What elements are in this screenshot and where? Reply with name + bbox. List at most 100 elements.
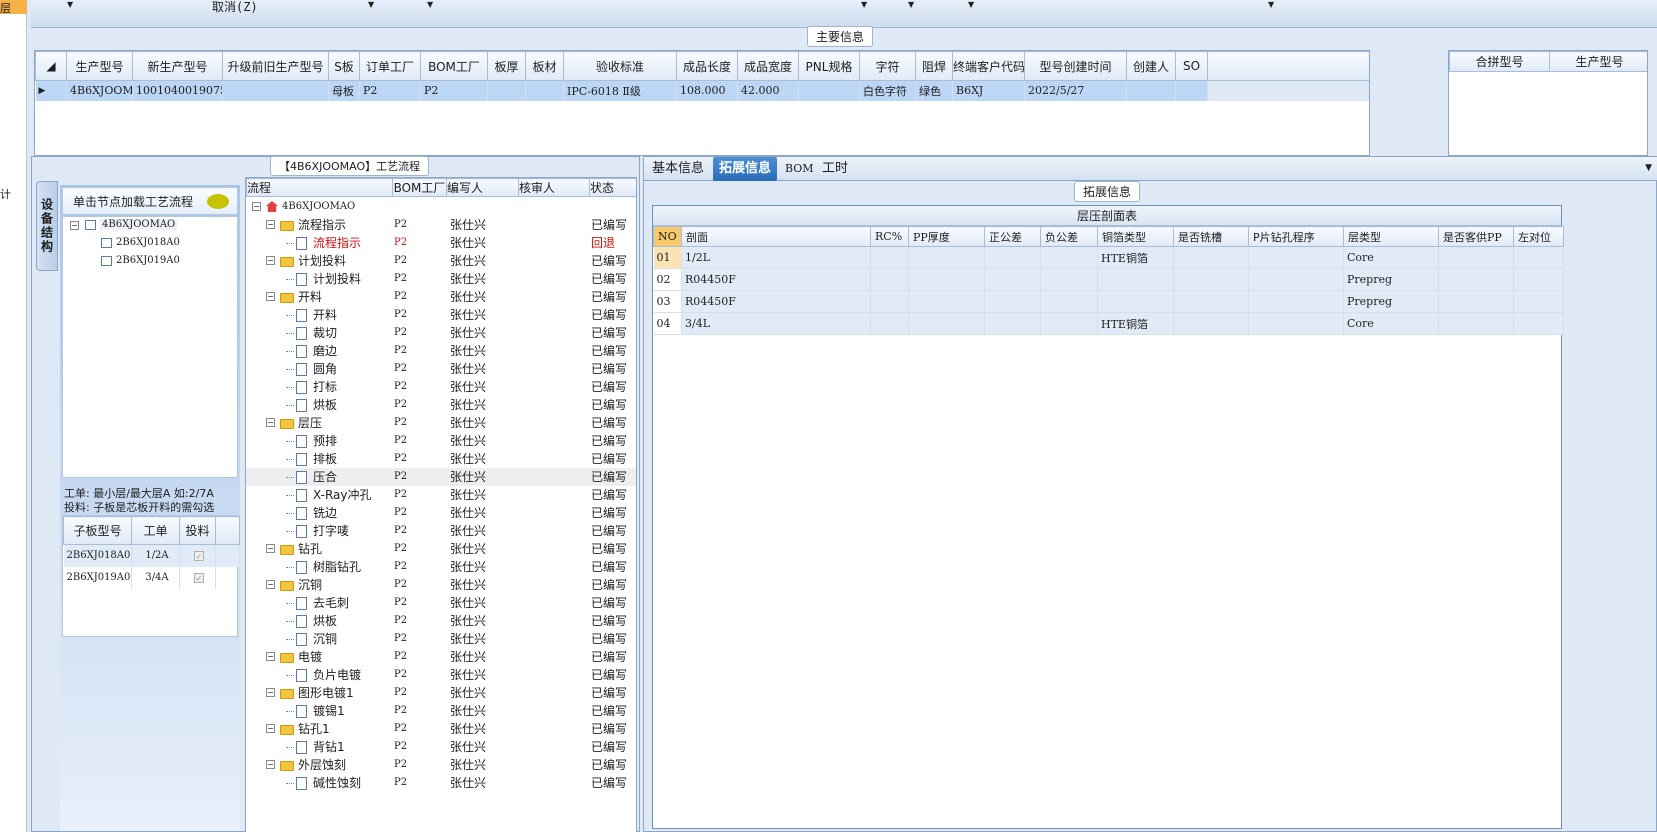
collapse-icon[interactable]: − [266, 580, 275, 589]
col-header[interactable]: 成品宽度 [737, 51, 799, 81]
cell[interactable] [984, 290, 1041, 313]
cell[interactable] [1173, 246, 1249, 269]
col-header[interactable]: 订单工厂 [359, 51, 421, 81]
process-row[interactable]: 烘板 P2 张仕兴 已编写 [246, 396, 636, 414]
cell[interactable]: B6XJ [952, 80, 1025, 101]
process-row[interactable]: − 开料 P2 张仕兴 已编写 [246, 288, 636, 306]
table-row[interactable]: 03 R04450F Prepreg [653, 290, 1564, 313]
cell[interactable]: Core [1343, 246, 1439, 269]
table-row[interactable]: 04 3/4L HTE铜箔 Core [653, 312, 1564, 335]
cell[interactable]: 42.000 [737, 80, 799, 101]
process-row[interactable]: 树脂钻孔 P2 张仕兴 已编写 [246, 558, 636, 576]
checkbox[interactable]: ✓ [194, 573, 204, 583]
col-header[interactable]: 是否铣槽 [1173, 226, 1249, 247]
tab-work-hours[interactable]: 工时 [816, 157, 854, 181]
process-row[interactable]: 圆角 P2 张仕兴 已编写 [246, 360, 636, 378]
cell[interactable]: Core [1343, 312, 1439, 335]
cell[interactable]: 4B6XJOOMAO [66, 80, 133, 101]
process-row[interactable]: − 钻孔 P2 张仕兴 已编写 [246, 540, 636, 558]
cell[interactable]: 3/4A [131, 566, 180, 589]
dropdown-arrow-icon[interactable]: ▼ [368, 0, 374, 9]
col-header[interactable]: 板材 [525, 51, 564, 81]
process-row[interactable]: − 钻孔1 P2 张仕兴 已编写 [246, 720, 636, 738]
col-header[interactable]: RC% [870, 226, 909, 247]
cell[interactable]: 1/2A [131, 544, 180, 567]
process-row[interactable]: 背钻1 P2 张仕兴 已编写 [246, 738, 636, 756]
cell[interactable] [908, 268, 985, 291]
cell[interactable]: 01 [653, 246, 682, 269]
col-header[interactable]: 字符 [859, 51, 916, 81]
tab-menu-arrow-icon[interactable]: ▼ [1645, 163, 1652, 173]
tab-basic-info[interactable]: 基本信息 [646, 157, 710, 181]
col-header[interactable]: 新生产型号 [132, 51, 223, 81]
tree-node[interactable]: 2B6XJ018A0 [101, 237, 180, 248]
col-header[interactable]: 核审人 [518, 178, 590, 197]
cell[interactable] [1173, 290, 1249, 313]
cell[interactable]: R04450F [681, 290, 871, 313]
col-header[interactable]: 终端客户代码 [952, 51, 1025, 81]
cell[interactable]: P2 [420, 80, 488, 101]
cell[interactable]: HTE铜箔 [1097, 246, 1174, 269]
collapse-icon[interactable]: − [266, 418, 275, 427]
cell[interactable] [222, 80, 329, 101]
col-header[interactable]: 生产型号 [1549, 51, 1647, 72]
cell[interactable] [870, 246, 909, 269]
process-row[interactable]: − 图形电镀1 P2 张仕兴 已编写 [246, 684, 636, 702]
process-row[interactable]: − 电镀 P2 张仕兴 已编写 [246, 648, 636, 666]
collapse-icon[interactable]: − [266, 760, 275, 769]
cell[interactable]: 108.000 [676, 80, 738, 101]
col-header[interactable]: S板 [328, 51, 360, 81]
table-row[interactable]: 02 R04450F Prepreg [653, 268, 1564, 291]
col-header[interactable]: NO [653, 226, 682, 247]
process-row[interactable]: X-Ray冲孔 P2 张仕兴 已编写 [246, 486, 636, 504]
collapse-icon[interactable]: − [252, 202, 261, 211]
tree-node[interactable]: 2B6XJ019A0 [101, 255, 180, 266]
cell[interactable]: 白色字符 [859, 80, 916, 101]
cell[interactable] [1438, 246, 1514, 269]
collapse-icon[interactable]: − [266, 256, 275, 265]
dropdown-arrow-icon[interactable]: ▼ [67, 0, 73, 9]
cell[interactable] [1513, 268, 1564, 291]
cell[interactable] [1175, 80, 1208, 101]
dropdown-arrow-icon[interactable]: ▼ [908, 0, 914, 9]
cell[interactable] [1248, 290, 1344, 313]
collapse-icon[interactable]: − [266, 688, 275, 697]
checkbox[interactable]: ✓ [194, 551, 204, 562]
col-header[interactable]: 生产型号 [66, 51, 133, 81]
cell[interactable] [1248, 312, 1344, 335]
cancel-button[interactable]: 取消(Z) [212, 0, 258, 15]
cell[interactable] [1438, 312, 1514, 335]
process-row[interactable]: − 沉铜 P2 张仕兴 已编写 [246, 576, 636, 594]
cell[interactable]: 绿色 [915, 80, 953, 101]
process-row[interactable]: 沉铜 P2 张仕兴 已编写 [246, 630, 636, 648]
process-row[interactable]: 裁切 P2 张仕兴 已编写 [246, 324, 636, 342]
cell[interactable]: HTE铜箔 [1097, 312, 1174, 335]
cell[interactable]: P2 [359, 80, 421, 101]
cell[interactable] [870, 312, 909, 335]
process-row[interactable]: 开料 P2 张仕兴 已编写 [246, 306, 636, 324]
col-header[interactable]: 层类型 [1343, 226, 1439, 247]
col-header[interactable]: BOM工厂 [392, 178, 447, 197]
cell[interactable] [1438, 268, 1514, 291]
col-header[interactable]: 阻焊 [915, 51, 953, 81]
process-row[interactable]: 预排 P2 张仕兴 已编写 [246, 432, 636, 450]
process-row[interactable]: 打标 P2 张仕兴 已编写 [246, 378, 636, 396]
cell[interactable] [1040, 268, 1098, 291]
collapse-icon[interactable]: − [266, 724, 275, 733]
col-header[interactable]: 投料 [179, 516, 216, 545]
process-row[interactable]: − 计划投料 P2 张仕兴 已编写 [246, 252, 636, 270]
col-header[interactable]: SO [1175, 51, 1208, 81]
cell[interactable]: 3/4L [681, 312, 871, 335]
collapse-icon[interactable]: − [70, 221, 79, 230]
col-header[interactable]: 负公差 [1040, 226, 1098, 247]
col-header[interactable]: 验收标准 [563, 51, 677, 81]
col-header[interactable]: 铜箔类型 [1097, 226, 1174, 247]
cell[interactable] [1040, 246, 1098, 269]
table-row[interactable]: 2B6XJ018A0 1/2A ✓ [63, 544, 240, 567]
process-row[interactable]: 镀锡1 P2 张仕兴 已编写 [246, 702, 636, 720]
cell[interactable] [487, 80, 526, 101]
table-row[interactable]: 01 1/2L HTE铜箔 Core [653, 246, 1564, 269]
process-row[interactable]: 流程指示 P2 张仕兴 回退 [246, 234, 636, 252]
col-header[interactable]: BOM工厂 [420, 51, 488, 81]
table-row[interactable]: 2B6XJ019A0 3/4A ✓ [63, 566, 240, 589]
